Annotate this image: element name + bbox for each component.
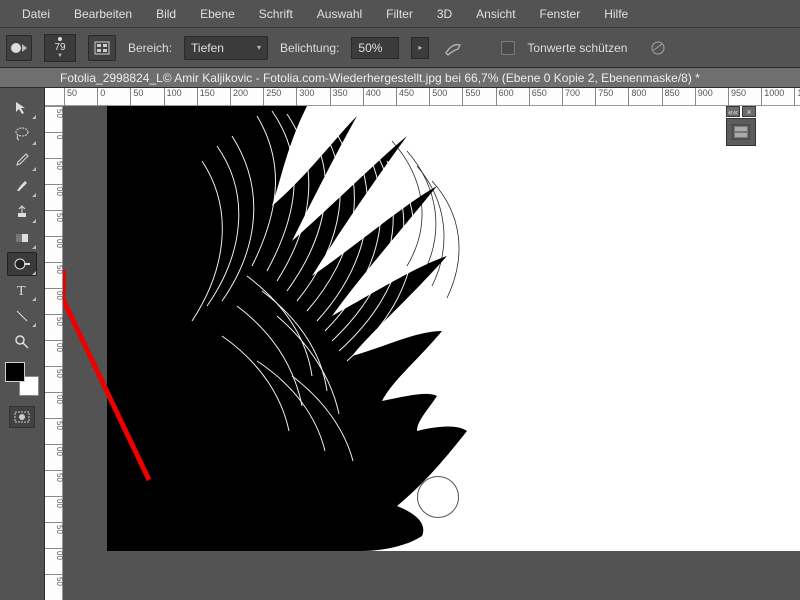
ruler-tick: 300 <box>296 88 314 106</box>
color-swatches[interactable] <box>5 362 39 396</box>
gradient-tool[interactable] <box>7 226 37 250</box>
ruler-tick: 50 <box>45 470 63 482</box>
pressure-toggle[interactable] <box>645 36 671 60</box>
ruler-tick: 800 <box>628 88 646 106</box>
panel-dock-controls: «« × <box>726 106 756 117</box>
ruler-tick: 250 <box>263 88 281 106</box>
ruler-tick: 00 <box>45 548 63 560</box>
ruler-tick: 50 <box>45 158 63 170</box>
airbrush-toggle[interactable] <box>441 36 467 60</box>
dodge-tool[interactable] <box>7 252 37 276</box>
eyedropper-tool[interactable] <box>7 148 37 172</box>
type-tool[interactable]: T <box>7 278 37 302</box>
vertical-ruler[interactable]: 50 0 50 00 50 00 50 00 50 00 50 00 50 00 50 00 50 00 50 <box>45 106 63 600</box>
protect-tones-label: Tonwerte schützen <box>527 41 627 55</box>
ruler-tick: 50 <box>45 210 63 222</box>
ruler-tick: 0 <box>45 132 63 139</box>
exposure-label: Belichtung: <box>280 41 339 55</box>
chevron-down-icon: ▼ <box>57 53 63 59</box>
ruler-tick: 0 <box>97 88 105 106</box>
ruler-tick: 00 <box>45 392 63 404</box>
ruler-tick: 150 <box>197 88 215 106</box>
ruler-tick: 750 <box>595 88 613 106</box>
properties-panel-icon[interactable] <box>726 118 756 146</box>
ruler-tick: 50 <box>130 88 143 106</box>
ruler-tick: 50 <box>45 522 63 534</box>
move-tool[interactable] <box>7 96 37 120</box>
exposure-flyout[interactable]: ▸ <box>411 37 429 59</box>
panel-close-button[interactable]: × <box>742 106 756 117</box>
ruler-tick: 900 <box>695 88 713 106</box>
ruler-tick: 350 <box>330 88 348 106</box>
tools-panel: T <box>0 88 45 600</box>
svg-text:T: T <box>17 284 26 298</box>
brush-cursor-indicator <box>417 476 459 518</box>
menu-help[interactable]: Hilfe <box>592 1 640 27</box>
exposure-input[interactable]: 50% <box>351 37 399 59</box>
main-menu-bar: Datei Bearbeiten Bild Ebene Schrift Ausw… <box>0 0 800 28</box>
ruler-tick: 400 <box>363 88 381 106</box>
ruler-tick: 50 <box>45 314 63 326</box>
ruler-tick: 00 <box>45 444 63 456</box>
ruler-tick: 50 <box>45 418 63 430</box>
menu-type[interactable]: Schrift <box>247 1 305 27</box>
ruler-tick: 50 <box>45 366 63 378</box>
ruler-tick: 500 <box>429 88 447 106</box>
ruler-tick: 450 <box>396 88 414 106</box>
horizontal-ruler[interactable]: 5005010015020025030035040045050055060065… <box>45 88 800 106</box>
menu-window[interactable]: Fenster <box>528 1 593 27</box>
ruler-tick: 50 <box>64 88 77 106</box>
document-title-tab[interactable]: Fotolia_2998824_L© Amir Kaljikovic - Fot… <box>0 68 800 88</box>
pen-tool[interactable] <box>7 304 37 328</box>
menu-layer[interactable]: Ebene <box>188 1 247 27</box>
protect-tones-checkbox[interactable] <box>501 41 515 55</box>
exposure-value: 50% <box>358 41 382 55</box>
ruler-tick: 50 <box>45 106 63 118</box>
ruler-tick: 600 <box>496 88 514 106</box>
document-title-text: Fotolia_2998824_L© Amir Kaljikovic - Fot… <box>60 71 700 85</box>
brush-tool[interactable] <box>7 174 37 198</box>
ruler-tick: 00 <box>45 288 63 300</box>
ruler-tick: 00 <box>45 184 63 196</box>
clone-stamp-tool[interactable] <box>7 200 37 224</box>
ruler-tick: 550 <box>462 88 480 106</box>
tool-preset-picker[interactable] <box>6 35 32 61</box>
ruler-tick: 00 <box>45 496 63 508</box>
menu-file[interactable]: Datei <box>10 1 62 27</box>
ruler-tick: 00 <box>45 340 63 352</box>
ruler-tick: 50 <box>45 574 63 586</box>
canvas-area <box>63 106 800 600</box>
menu-edit[interactable]: Bearbeiten <box>62 1 144 27</box>
document-canvas[interactable] <box>107 106 800 551</box>
ruler-tick: 700 <box>562 88 580 106</box>
ruler-tick: 200 <box>230 88 248 106</box>
range-label: Bereich: <box>128 41 172 55</box>
menu-view[interactable]: Ansicht <box>464 1 527 27</box>
menu-3d[interactable]: 3D <box>425 1 464 27</box>
brush-preview-dot <box>58 37 62 41</box>
ruler-tick: 50 <box>45 262 63 274</box>
tool-options-bar: 79 ▼ Bereich: Tiefen ▾ Belichtung: 50% ▸… <box>0 28 800 68</box>
foreground-color-swatch[interactable] <box>5 362 25 382</box>
brush-panel-toggle[interactable] <box>88 35 116 61</box>
ruler-tick: 950 <box>728 88 746 106</box>
ruler-tick: 1050 <box>794 88 800 106</box>
lasso-tool[interactable] <box>7 122 37 146</box>
ruler-tick: 850 <box>662 88 680 106</box>
menu-image[interactable]: Bild <box>144 1 188 27</box>
zoom-tool[interactable] <box>7 330 37 354</box>
quick-mask-toggle[interactable] <box>9 406 35 428</box>
panel-collapse-button[interactable]: «« <box>726 106 740 117</box>
range-dropdown[interactable]: Tiefen ▾ <box>184 36 268 60</box>
brush-size-value: 79 <box>54 43 65 53</box>
ruler-tick: 1000 <box>761 88 784 106</box>
range-value: Tiefen <box>191 41 224 55</box>
ruler-tick: 100 <box>164 88 182 106</box>
ruler-tick: 650 <box>529 88 547 106</box>
menu-filter[interactable]: Filter <box>374 1 425 27</box>
brush-preset-picker[interactable]: 79 ▼ <box>44 34 76 62</box>
ruler-tick: 00 <box>45 236 63 248</box>
chevron-down-icon: ▾ <box>257 43 261 52</box>
menu-select[interactable]: Auswahl <box>305 1 374 27</box>
